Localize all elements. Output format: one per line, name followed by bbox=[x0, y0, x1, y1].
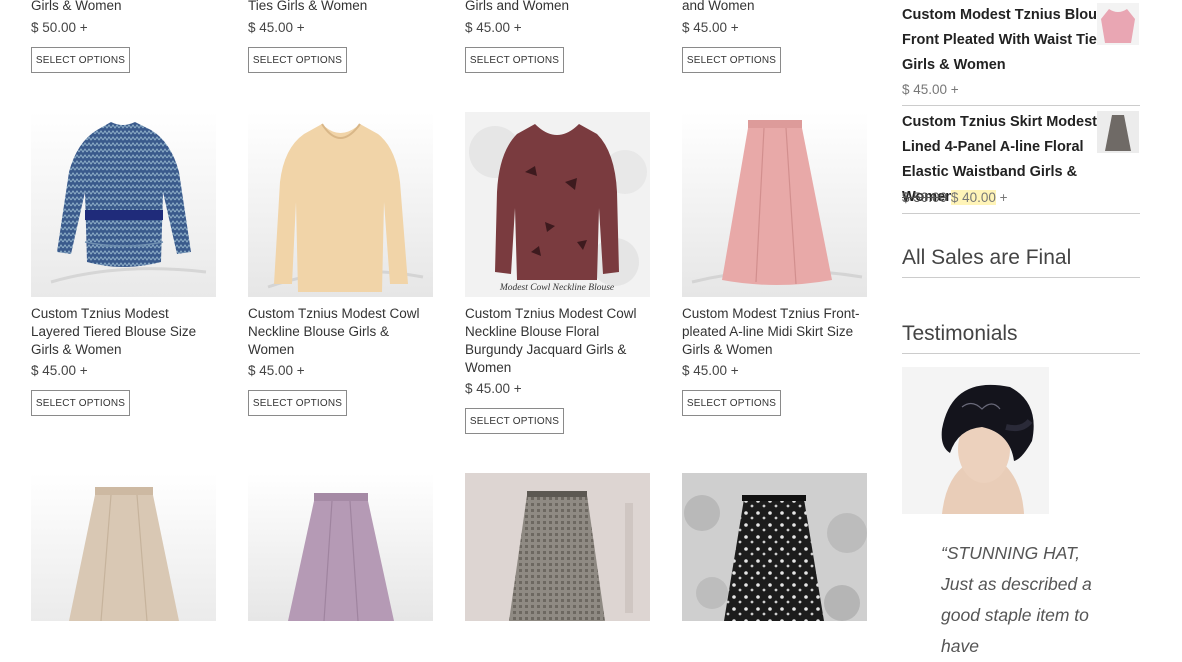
product-title[interactable]: Girls and Women bbox=[465, 0, 655, 15]
product-image-beige-skirt[interactable] bbox=[31, 473, 216, 621]
product-image-burgundy-blouse[interactable]: Modest Cowl Neckline Blouse bbox=[465, 112, 650, 297]
select-options-button[interactable]: SELECT OPTIONS bbox=[31, 47, 130, 73]
sales-heading: All Sales are Final bbox=[902, 246, 1072, 269]
image-caption: Modest Cowl Neckline Blouse bbox=[499, 283, 614, 293]
testimonial-quote: “STUNNING HAT, Just as described a good … bbox=[941, 543, 1092, 656]
product-image-lilac-skirt[interactable] bbox=[248, 473, 433, 621]
testimonial-image bbox=[902, 367, 1049, 514]
product-title[interactable]: Custom Modest Tznius Front-pleated A-lin… bbox=[682, 305, 872, 359]
select-options-button[interactable]: SELECT OPTIONS bbox=[682, 390, 781, 416]
sale-price: $ 40.00 bbox=[950, 190, 996, 205]
select-options-button[interactable]: SELECT OPTIONS bbox=[682, 47, 781, 73]
divider bbox=[902, 353, 1140, 354]
select-options-button[interactable]: SELECT OPTIONS bbox=[248, 47, 347, 73]
product-title[interactable]: Girls & Women bbox=[31, 0, 221, 15]
select-options-button[interactable]: SELECT OPTIONS bbox=[465, 408, 564, 434]
product-price: $ 45.00 + bbox=[465, 20, 522, 35]
select-options-button[interactable]: SELECT OPTIONS bbox=[31, 390, 130, 416]
product-title[interactable]: and Women bbox=[682, 0, 872, 15]
product-title[interactable]: Custom Tznius Modest Layered Tiered Blou… bbox=[31, 305, 221, 359]
product-image-layered-blouse[interactable] bbox=[31, 112, 216, 297]
product-price: $ 45.00 + bbox=[682, 20, 739, 35]
testimonials-heading: Testimonials bbox=[902, 322, 1018, 345]
product-title[interactable]: Ties Girls & Women bbox=[248, 0, 438, 15]
product-price: $ 45.00 + bbox=[248, 363, 305, 378]
select-options-button[interactable]: SELECT OPTIONS bbox=[465, 47, 564, 73]
product-title[interactable]: Custom Tznius Modest Cowl Neckline Blous… bbox=[465, 305, 655, 377]
product-image-cowl-blouse[interactable] bbox=[248, 112, 433, 297]
divider bbox=[902, 277, 1140, 278]
sidebar-product-thumbnail[interactable] bbox=[1097, 3, 1139, 45]
sidebar-product-thumbnail[interactable] bbox=[1097, 111, 1139, 153]
product-image-pleated-skirt[interactable] bbox=[682, 112, 867, 297]
product-price: $ 45.00 + bbox=[682, 363, 739, 378]
product-price: $ 45.00 + bbox=[465, 381, 522, 396]
product-price: $ 45.00 + bbox=[31, 363, 88, 378]
price-suffix: + bbox=[999, 190, 1008, 205]
original-price: $ 50.00 bbox=[902, 190, 948, 205]
sidebar-product-price: $ 45.00 + bbox=[902, 82, 959, 97]
divider bbox=[902, 213, 1140, 214]
sidebar-product-price: $ 50.00 $ 40.00 + bbox=[902, 190, 1008, 205]
divider bbox=[902, 105, 1140, 106]
product-image-gray-skirt[interactable] bbox=[465, 473, 650, 621]
product-price: $ 50.00 + bbox=[31, 20, 88, 35]
product-price: $ 45.00 + bbox=[248, 20, 305, 35]
select-options-button[interactable]: SELECT OPTIONS bbox=[248, 390, 347, 416]
product-title[interactable]: Custom Tznius Modest Cowl Neckline Blous… bbox=[248, 305, 438, 359]
product-image-black-floral-skirt[interactable] bbox=[682, 473, 867, 621]
